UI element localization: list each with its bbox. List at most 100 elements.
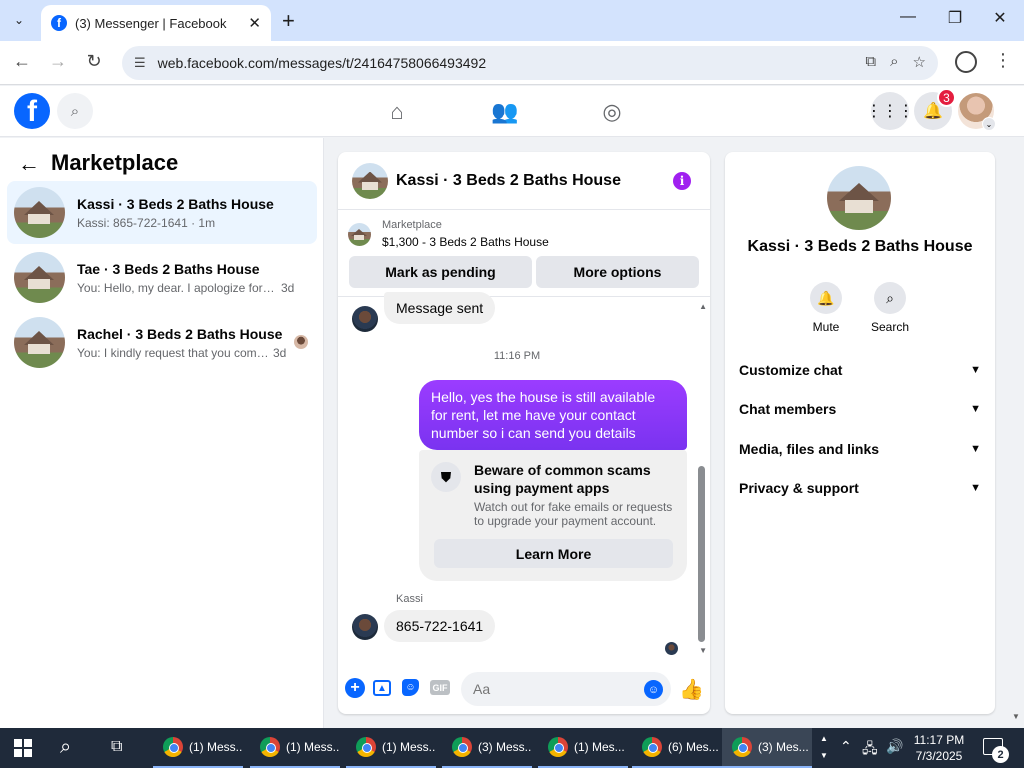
taskbar-app-chrome[interactable]: (1) Mess... — [250, 728, 340, 768]
maximize-icon[interactable]: ❐ — [940, 8, 970, 28]
bookmark-star-icon[interactable]: ☆ — [913, 53, 926, 71]
scam-warning-card: ⛊ Beware of common scams using payment a… — [419, 450, 687, 581]
tab-search-icon[interactable]: ⌄ — [8, 9, 30, 31]
address-bar[interactable]: ☰ web.facebook.com/messages/t/2416475806… — [122, 46, 938, 80]
notification-center-badge: 2 — [992, 746, 1009, 763]
info-icon[interactable]: i — [673, 172, 691, 190]
emoji-icon[interactable]: ☺ — [644, 680, 663, 699]
message-list[interactable]: Message sent 11:16 PM Hello, yes the hou… — [338, 292, 710, 664]
back-arrow-icon[interactable]: ← — [18, 151, 40, 177]
section-media-files-links[interactable]: Media, files and links ▼ — [739, 439, 981, 459]
gif-icon[interactable]: GIF — [430, 680, 450, 695]
chat-scrollbar-thumb[interactable] — [698, 466, 705, 642]
taskbar-app-chrome-active[interactable]: (3) Mes... — [722, 728, 812, 768]
windows-start-icon[interactable] — [14, 739, 32, 757]
zoom-icon[interactable]: ⌕ — [890, 53, 898, 71]
sender-avatar[interactable] — [352, 306, 378, 332]
taskbar-clock[interactable]: 11:17 PM 7/3/2025 — [908, 732, 970, 764]
chevron-down-icon: ▼ — [970, 403, 981, 415]
facebook-header: f ⌕ ⌂ 👥 ◎ ⋮⋮⋮ 🔔 3 ⌄ — [0, 86, 1024, 137]
home-icon[interactable]: ⌂ — [382, 99, 412, 125]
chrome-icon — [732, 737, 752, 757]
chevron-down-icon: ▼ — [970, 364, 981, 376]
browser-menu-icon[interactable]: ⋮ — [994, 50, 1012, 71]
listing-small-thumbnail[interactable] — [348, 223, 371, 246]
conversation-sidebar: ← Marketplace Kassi · 3 Beds 2 Baths Hou… — [0, 138, 324, 728]
network-icon[interactable]: 🖧 — [862, 738, 878, 762]
taskbar-app-chrome[interactable]: (1) Mes... — [538, 728, 628, 768]
learn-more-button[interactable]: Learn More — [434, 539, 673, 568]
browser-profile-icon[interactable] — [955, 51, 977, 73]
clock-date: 7/3/2025 — [915, 749, 963, 763]
search-action[interactable]: ⌕ Search — [860, 282, 920, 334]
chrome-icon — [356, 737, 376, 757]
reload-icon[interactable]: ↻ — [82, 51, 106, 72]
new-tab-icon[interactable]: + — [282, 8, 295, 34]
conversation-item-kassi[interactable]: Kassi · 3 Beds 2 Baths House Kassi: 865-… — [7, 181, 317, 244]
sticker-icon[interactable]: ☺ — [402, 679, 419, 696]
read-receipt-avatar — [665, 642, 678, 655]
taskbar-app-chrome[interactable]: (1) Mess... — [346, 728, 436, 768]
scroll-down-arrow-icon[interactable]: ▼ — [699, 646, 707, 655]
listing-thumbnail — [14, 252, 65, 303]
url-text: web.facebook.com/messages/t/241647580664… — [157, 55, 487, 71]
taskbar-app-chrome[interactable]: (3) Mess... — [442, 728, 532, 768]
friends-icon[interactable]: 👥 — [490, 99, 520, 125]
minimize-icon[interactable]: — — [893, 8, 923, 26]
search-icon[interactable]: ⌕ — [57, 93, 93, 129]
section-privacy-support[interactable]: Privacy & support ▼ — [739, 478, 981, 498]
chevron-down-icon[interactable]: ⌄ — [982, 117, 996, 131]
sender-avatar[interactable] — [352, 614, 378, 640]
photo-icon[interactable]: ▲ — [373, 680, 391, 696]
more-options-button[interactable]: More options — [536, 256, 699, 288]
search-icon[interactable]: ⌕ — [874, 282, 906, 314]
volume-icon[interactable]: 🔊 — [886, 738, 903, 755]
scam-warning-title: Beware of common scams using payment app… — [474, 462, 651, 496]
info-listing-thumbnail[interactable] — [827, 166, 891, 230]
tab-close-icon[interactable]: ✕ — [248, 14, 261, 32]
task-view-icon[interactable]: ⧉ — [111, 738, 122, 756]
taskbar-search-icon[interactable]: ⌕ — [60, 736, 71, 759]
chrome-icon — [260, 737, 280, 757]
groups-icon[interactable]: ◎ — [597, 99, 627, 125]
clock-time: 11:17 PM — [913, 733, 965, 747]
facebook-logo-icon[interactable]: f — [14, 93, 50, 129]
section-label: Chat members — [739, 401, 837, 417]
site-info-icon[interactable]: ☰ — [134, 55, 146, 71]
chat-header: Kassi · 3 Beds 2 Baths House i — [338, 152, 710, 210]
chat-listing-thumbnail[interactable] — [352, 162, 388, 199]
section-customize-chat[interactable]: Customize chat ▼ — [739, 360, 981, 380]
mark-as-pending-button[interactable]: Mark as pending — [349, 256, 532, 288]
bell-mute-icon[interactable]: 🔔 — [810, 282, 842, 314]
message-input[interactable] — [461, 672, 671, 706]
section-label: Customize chat — [739, 362, 843, 378]
info-panel-title: Kassi · 3 Beds 2 Baths House — [747, 238, 973, 255]
section-chat-members[interactable]: Chat members ▼ — [739, 399, 981, 419]
taskbar-app-chrome[interactable]: (1) Mess... — [153, 728, 243, 768]
conversation-item-tae[interactable]: Tae · 3 Beds 2 Baths House You: Hello, m… — [7, 246, 317, 309]
listing-price[interactable]: $1,300 - 3 Beds 2 Baths House — [382, 235, 549, 249]
plus-icon[interactable]: + — [345, 678, 365, 698]
like-icon[interactable]: 👍 — [679, 677, 704, 702]
search-label: Search — [870, 320, 910, 334]
back-icon[interactable]: ← — [10, 51, 34, 72]
browser-toolbar: ← → ↻ ☰ web.facebook.com/messages/t/2416… — [0, 41, 1024, 85]
taskbar-app-chrome[interactable]: (6) Mes... — [632, 728, 722, 768]
chat-title[interactable]: Kassi · 3 Beds 2 Baths House — [396, 172, 621, 190]
taskbar-app-label: (3) Mess... — [478, 740, 532, 754]
section-label: Media, files and links — [739, 441, 880, 457]
forward-icon[interactable]: → — [46, 51, 70, 72]
mute-action[interactable]: 🔔 Mute — [796, 282, 856, 334]
browser-tab-messenger[interactable]: f (3) Messenger | Facebook ✕ — [41, 5, 271, 41]
close-window-icon[interactable]: ✕ — [985, 8, 1015, 28]
conversation-item-rachel[interactable]: Rachel · 3 Beds 2 Baths House You: I kin… — [7, 311, 317, 374]
chevron-down-icon: ▼ — [970, 482, 981, 494]
scroll-up-arrow-icon[interactable]: ▲ — [699, 302, 707, 311]
install-app-icon[interactable]: ⧉ — [865, 53, 876, 71]
menu-grid-icon[interactable]: ⋮⋮⋮ — [866, 92, 914, 130]
listing-thumbnail — [14, 317, 65, 368]
conversation-snippet: You: I kindly request that you comp... — [77, 345, 269, 360]
tray-chevron-up-icon[interactable]: ⌃ — [840, 738, 852, 755]
taskbar-overflow-arrows-icon[interactable]: ▲ ▼ — [820, 730, 828, 764]
page-scroll-down-icon[interactable]: ▼ — [1012, 712, 1020, 721]
